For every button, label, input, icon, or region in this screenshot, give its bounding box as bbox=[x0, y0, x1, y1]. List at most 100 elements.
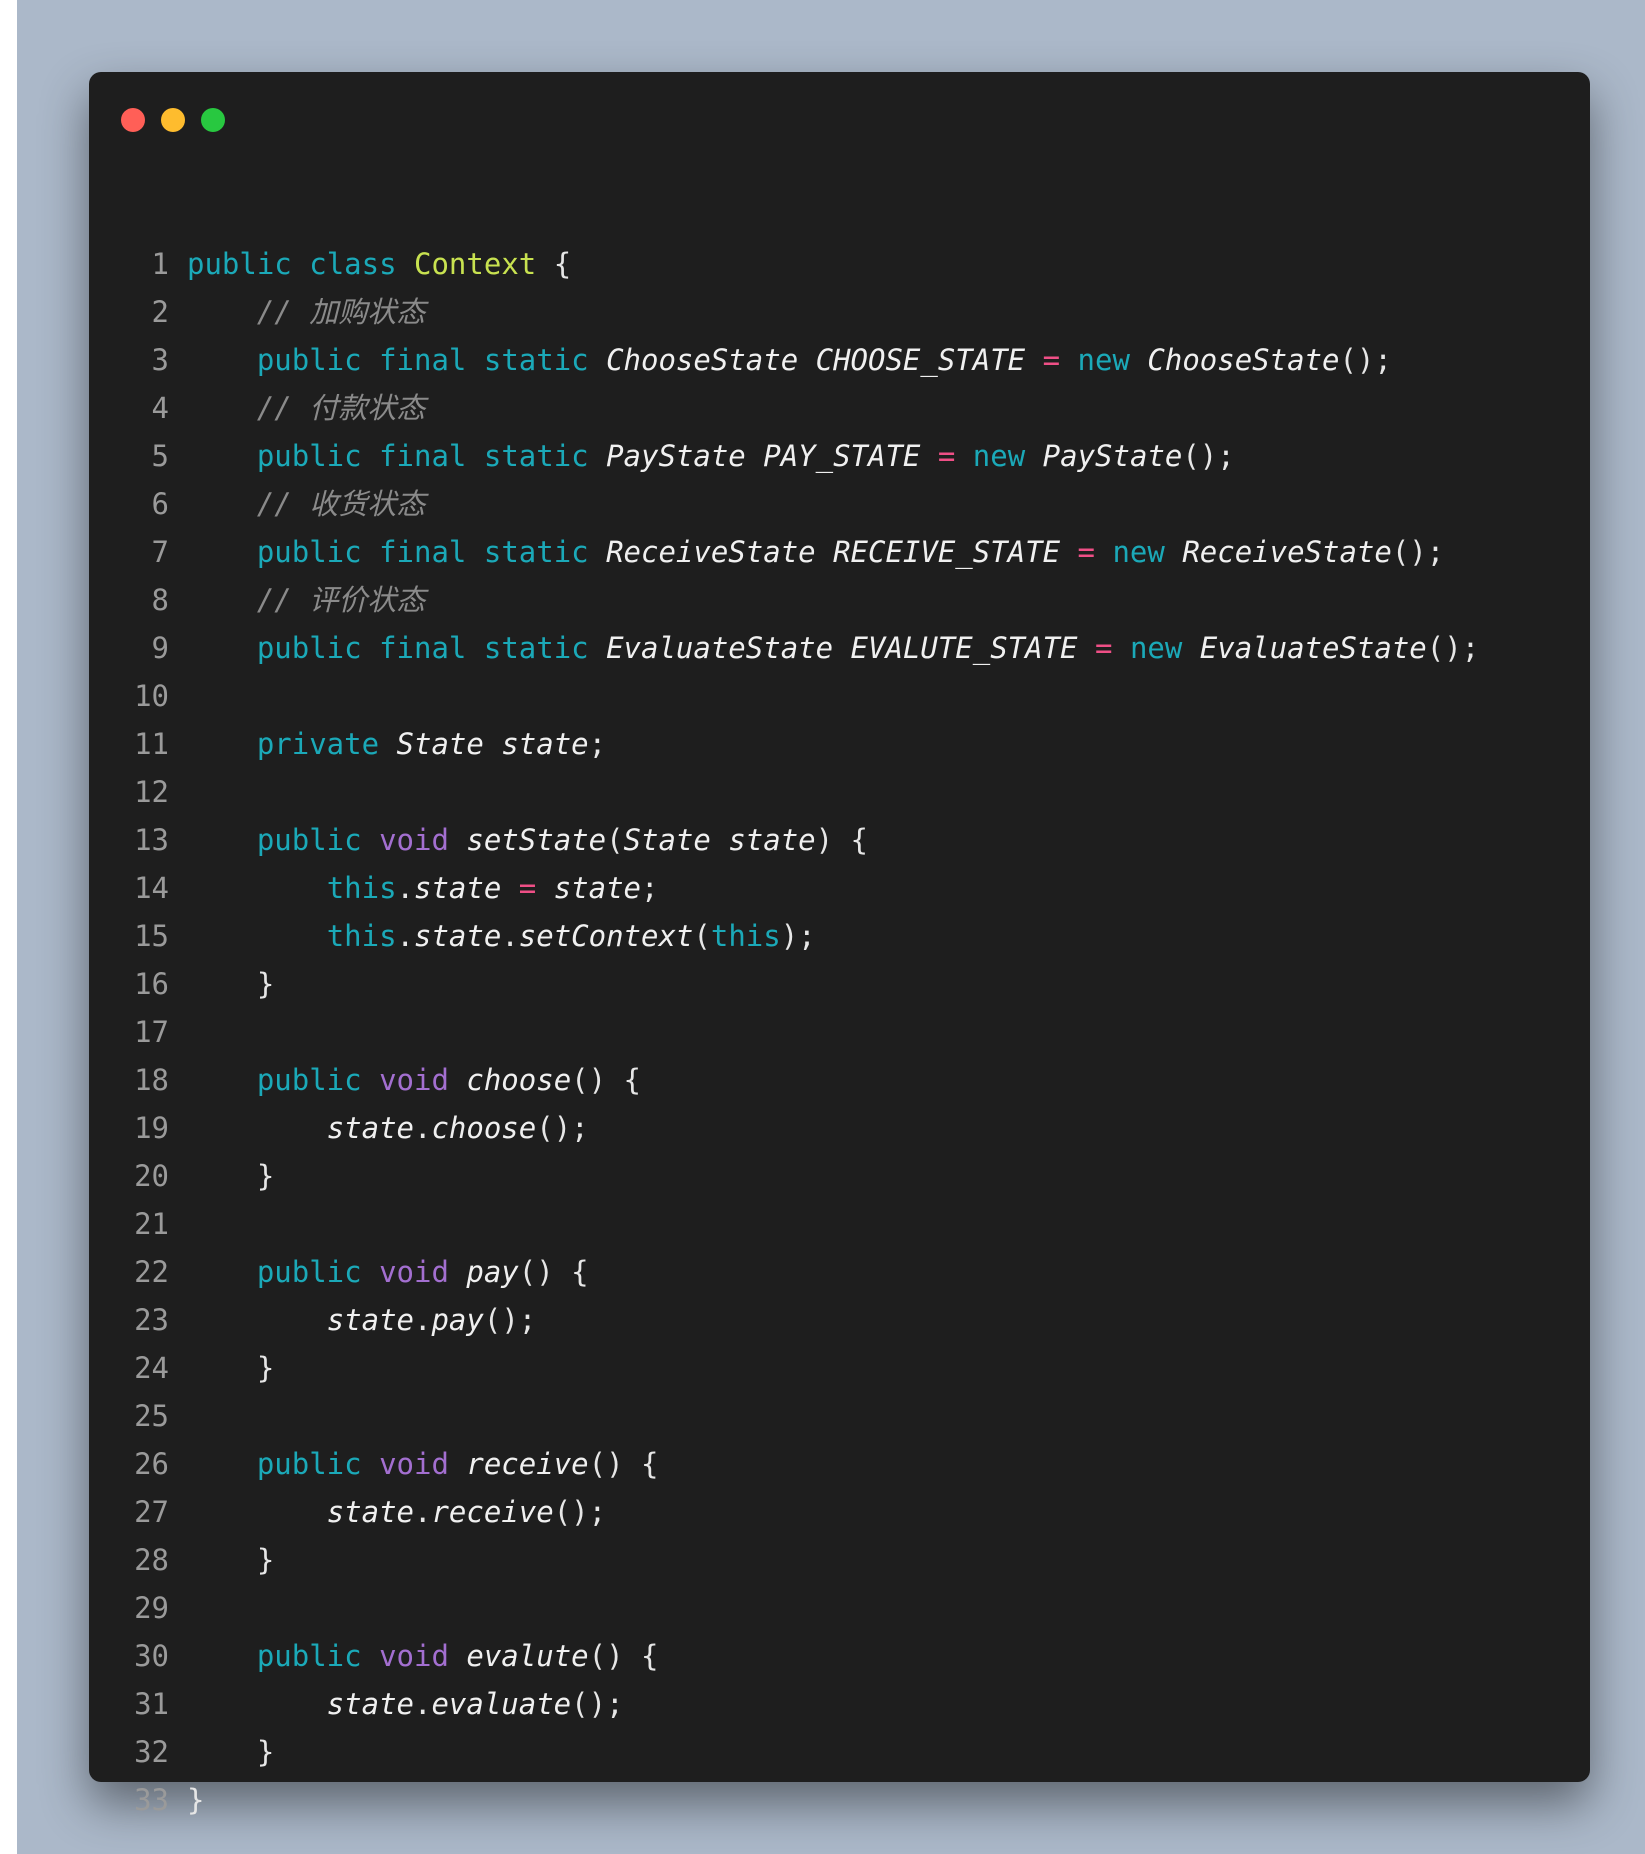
code-token: receive bbox=[466, 1447, 589, 1481]
code-line: 9 public final static EvaluateState EVAL… bbox=[89, 624, 1590, 672]
code-token: (); bbox=[483, 1303, 537, 1337]
code-token: PAY_STATE bbox=[763, 439, 921, 473]
code-text: } bbox=[187, 1344, 274, 1392]
line-number: 12 bbox=[134, 775, 169, 809]
code-text: state.evaluate(); bbox=[187, 1680, 624, 1728]
code-token: this bbox=[710, 919, 781, 953]
code-token: (); bbox=[1182, 439, 1235, 473]
code-token: . bbox=[501, 919, 519, 953]
code-token: = bbox=[1077, 535, 1095, 569]
code-token: state bbox=[326, 1495, 414, 1529]
line-number: 13 bbox=[134, 823, 169, 857]
code-token: setState bbox=[466, 823, 607, 857]
code-token: (); bbox=[1339, 343, 1392, 377]
line-number: 24 bbox=[134, 1351, 169, 1385]
code-token: ) { bbox=[815, 823, 869, 857]
code-token: state bbox=[326, 1303, 414, 1337]
code-token: State bbox=[623, 823, 711, 857]
code-line: 6 // 收货状态 bbox=[89, 480, 1590, 528]
code-text: public void setState(State state) { bbox=[187, 816, 868, 864]
line-number: 2 bbox=[151, 295, 169, 329]
line-number: 11 bbox=[134, 727, 169, 761]
code-line: 16 } bbox=[89, 960, 1590, 1008]
code-text: public final static ReceiveState RECEIVE… bbox=[187, 528, 1444, 576]
line-number: 5 bbox=[151, 439, 169, 473]
code-line: 24 } bbox=[89, 1344, 1590, 1392]
maximize-dot-icon[interactable] bbox=[201, 108, 225, 132]
code-token: PayState bbox=[606, 439, 746, 473]
code-line: 26 public void receive() { bbox=[89, 1440, 1590, 1488]
code-line: 11 private State state; bbox=[89, 720, 1590, 768]
code-token: pay bbox=[466, 1255, 519, 1289]
code-token: = bbox=[1095, 631, 1113, 665]
code-token: public bbox=[256, 1063, 362, 1097]
code-line: 17 bbox=[89, 1008, 1590, 1056]
code-line: 21 bbox=[89, 1200, 1590, 1248]
code-token: State bbox=[396, 727, 484, 761]
code-token: new bbox=[972, 439, 1026, 473]
code-line: 10 bbox=[89, 672, 1590, 720]
code-token: static bbox=[483, 535, 589, 569]
minimize-dot-icon[interactable] bbox=[161, 108, 185, 132]
code-token: void bbox=[379, 1063, 449, 1097]
line-number: 8 bbox=[151, 583, 169, 617]
code-token: state bbox=[728, 823, 816, 857]
code-token: class bbox=[309, 247, 397, 281]
code-token: // 评价状态 bbox=[256, 583, 426, 617]
code-token: private bbox=[256, 727, 380, 761]
code-token: // 加购状态 bbox=[256, 295, 426, 329]
code-text: public void receive() { bbox=[187, 1440, 659, 1488]
code-text: // 收货状态 bbox=[187, 480, 425, 528]
code-line: 25 bbox=[89, 1392, 1590, 1440]
code-token: ( bbox=[606, 823, 624, 857]
code-line: 2 // 加购状态 bbox=[89, 288, 1590, 336]
code-token: public bbox=[256, 823, 362, 857]
line-number: 15 bbox=[134, 919, 169, 953]
code-token: () { bbox=[588, 1639, 659, 1673]
code-token: EvaluateState bbox=[1199, 631, 1427, 665]
code-token: . bbox=[396, 919, 414, 953]
code-token: ( bbox=[693, 919, 711, 953]
code-line: 5 public final static PayState PAY_STATE… bbox=[89, 432, 1590, 480]
code-token: } bbox=[187, 1159, 275, 1193]
code-token: this bbox=[326, 871, 397, 905]
code-text: this.state = state; bbox=[187, 864, 659, 912]
code-text: } bbox=[187, 1776, 204, 1824]
code-token: final bbox=[379, 535, 467, 569]
code-token: setContext bbox=[518, 919, 694, 953]
code-token: (); bbox=[1426, 631, 1480, 665]
code-token: (); bbox=[536, 1111, 589, 1145]
code-token: ; bbox=[588, 727, 607, 761]
code-token: final bbox=[379, 343, 467, 377]
close-dot-icon[interactable] bbox=[121, 108, 145, 132]
line-number: 22 bbox=[134, 1255, 169, 1289]
code-block: 1 public class Context {2 // 加购状态 3 public… bbox=[89, 240, 1590, 1824]
code-line: 32 } bbox=[89, 1728, 1590, 1776]
line-number: 27 bbox=[134, 1495, 169, 1529]
